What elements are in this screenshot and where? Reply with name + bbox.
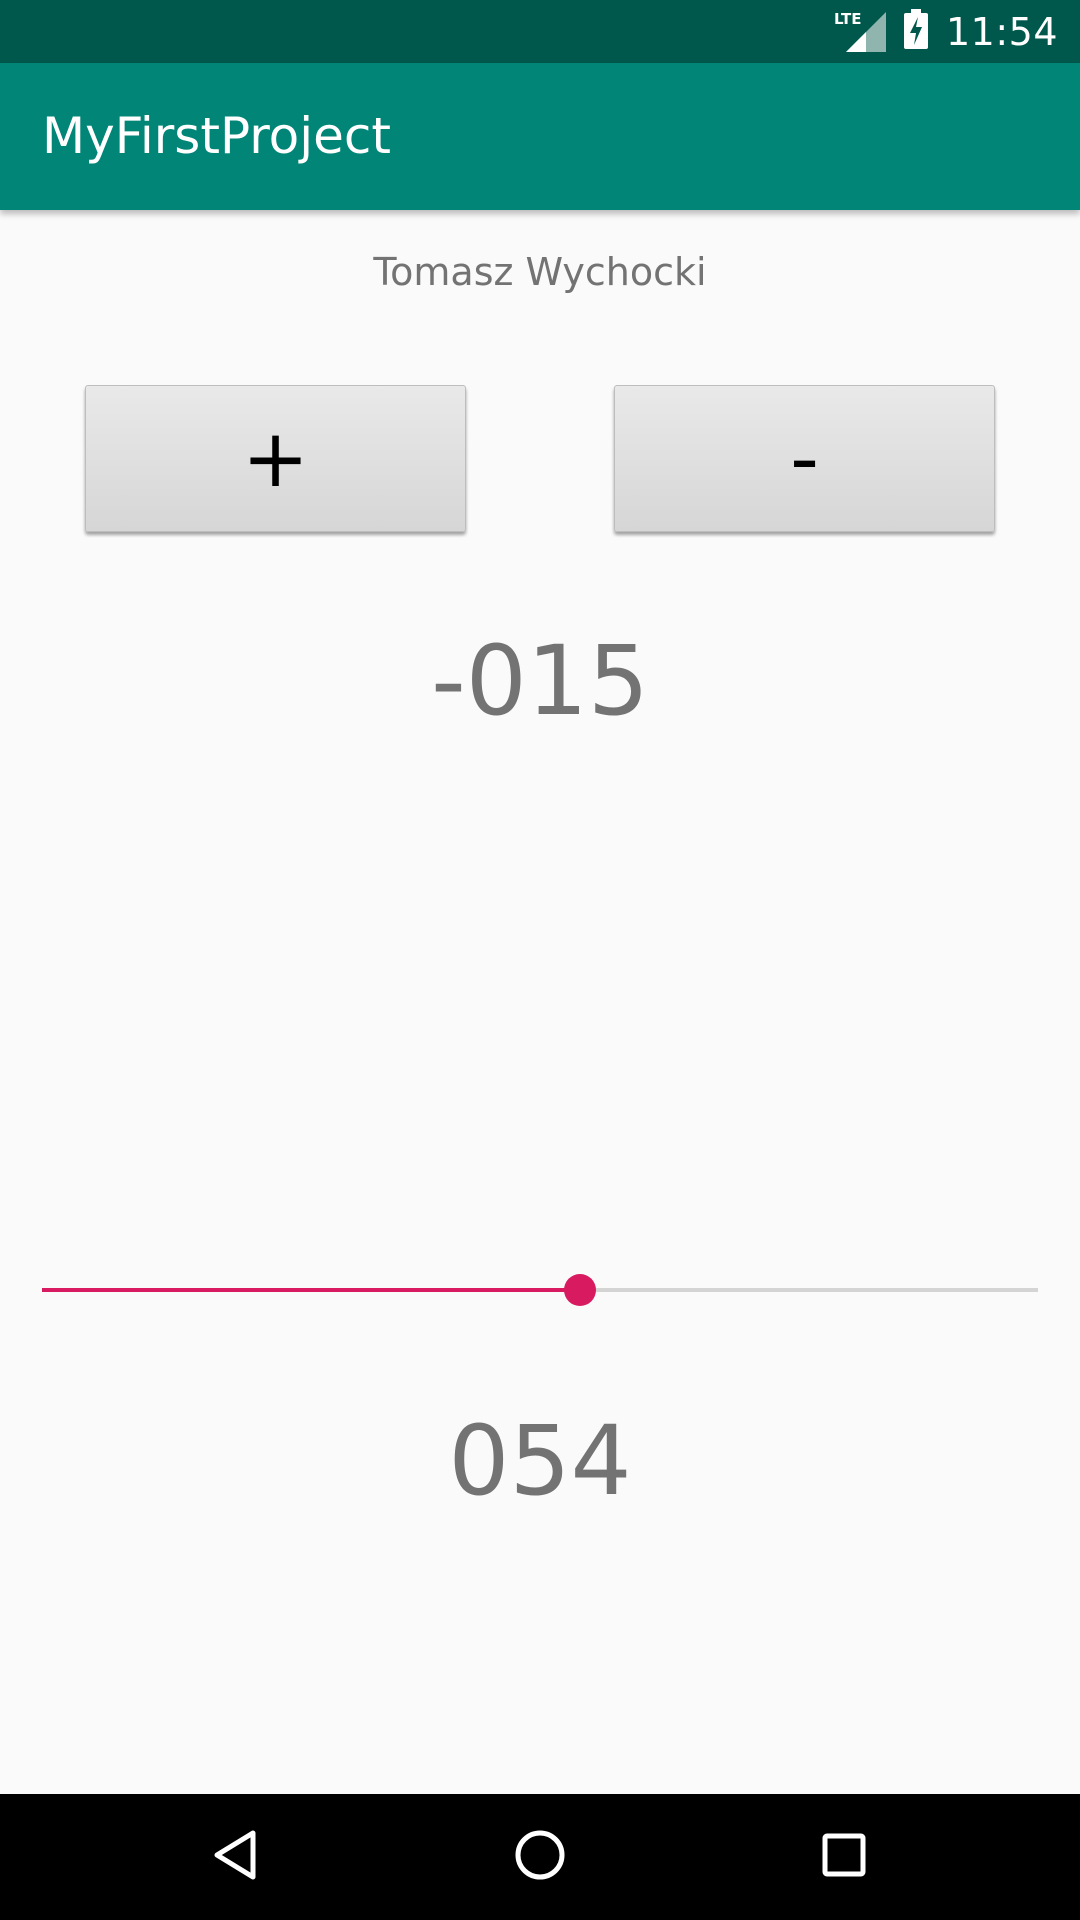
home-button[interactable] [480, 1794, 600, 1920]
value-slider[interactable] [42, 1270, 1038, 1310]
slider-thumb[interactable] [564, 1274, 596, 1306]
app-bar: MyFirstProject [0, 63, 1080, 210]
battery-charging-icon [903, 9, 928, 54]
recents-button[interactable] [784, 1794, 904, 1920]
signal-icon: LTE [833, 9, 886, 52]
counter-value: -015 [431, 625, 649, 737]
back-button[interactable] [175, 1794, 295, 1920]
author-name: Tomasz Wychocki [373, 250, 707, 294]
screen: LTE 11:54 MyFirstProject Tomasz Wychocki… [0, 0, 1080, 1920]
status-icons: LTE 11:54 [833, 0, 1058, 63]
back-icon [211, 1829, 259, 1886]
slider-value-display: 054 [448, 1405, 632, 1517]
slider-fill [42, 1288, 580, 1292]
status-time: 11:54 [945, 9, 1058, 54]
recents-icon [820, 1831, 868, 1884]
status-bar: LTE 11:54 [0, 0, 1080, 63]
decrement-button[interactable]: - [614, 385, 995, 532]
network-type-label: LTE [833, 9, 862, 28]
navigation-bar [0, 1794, 1080, 1920]
increment-button[interactable]: + [85, 385, 466, 532]
home-icon [514, 1829, 566, 1886]
app-title: MyFirstProject [42, 107, 392, 165]
